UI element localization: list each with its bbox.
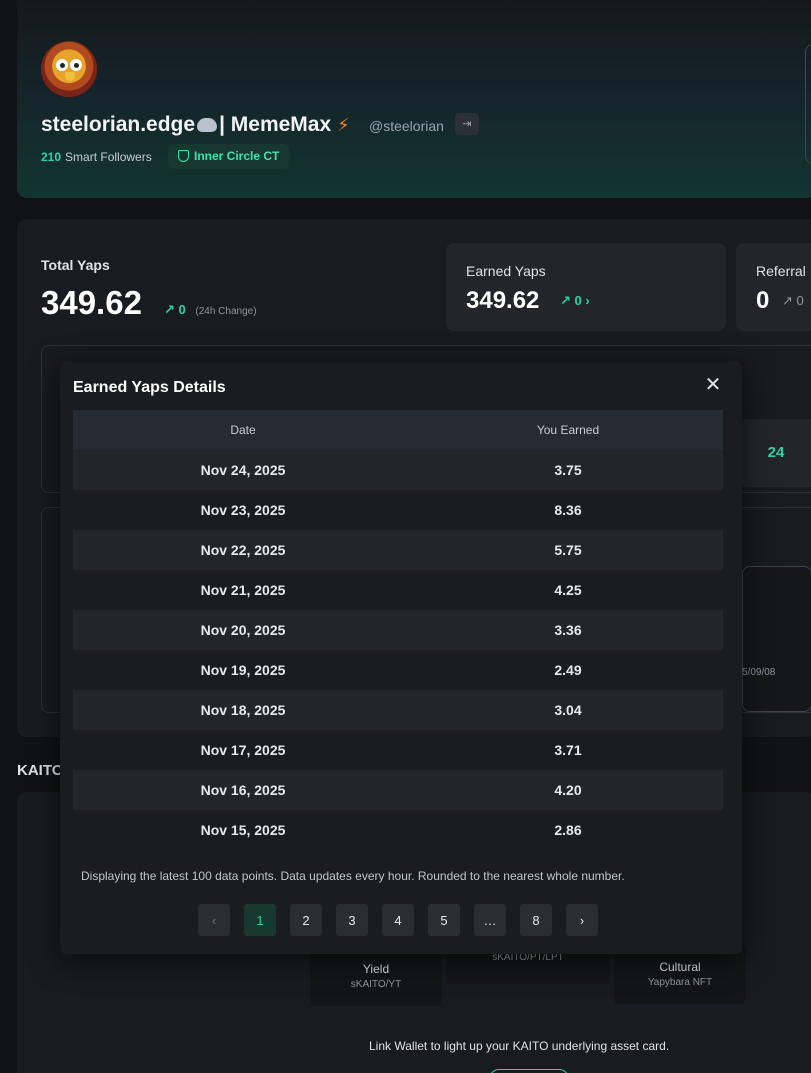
close-icon[interactable]: ✕ — [704, 375, 722, 395]
table-row: Nov 16, 2025 4.20 — [73, 770, 723, 810]
asset-tile-subtitle: Yapybara NFT — [647, 977, 713, 988]
pagination-ellipsis[interactable]: … — [474, 904, 506, 936]
row-earned: 4.25 — [554, 582, 582, 598]
row-earned: 2.86 — [554, 822, 582, 838]
earned-yaps-card[interactable]: Earned Yaps 349.62 ↗ 0 › — [446, 243, 726, 331]
shield-icon — [178, 150, 189, 162]
peek-date: 5/09/08 — [742, 667, 776, 678]
table-row: Nov 23, 2025 8.36 — [73, 490, 723, 530]
row-date: Nov 23, 2025 — [200, 502, 286, 518]
referral-value: 0 — [756, 287, 770, 314]
trend-up-icon: ↗ — [560, 293, 571, 308]
row-date: Nov 24, 2025 — [200, 462, 286, 478]
avatar[interactable] — [41, 41, 97, 97]
badge-label: Inner Circle CT — [194, 149, 280, 163]
table-row: Nov 24, 2025 3.75 — [73, 450, 723, 490]
table-row: Nov 22, 2025 5.75 — [73, 530, 723, 570]
peek-number: 24 — [741, 419, 811, 487]
trend-up-icon: ↗ — [164, 302, 175, 317]
inner-circle-badge[interactable]: Inner Circle CT — [168, 144, 290, 169]
asset-tile-cultural[interactable]: Cultural Yapybara NFT — [614, 946, 746, 1004]
avatar-eye-icon — [70, 59, 82, 71]
seal-icon — [197, 118, 218, 133]
row-earned: 3.36 — [554, 622, 582, 638]
row-date: Nov 15, 2025 — [200, 822, 286, 838]
row-date: Nov 17, 2025 — [200, 742, 286, 758]
row-earned: 3.04 — [554, 702, 582, 718]
pagination-prev-button[interactable]: ‹ — [198, 904, 230, 936]
row-earned: 3.71 — [554, 742, 582, 758]
table-row: Nov 18, 2025 3.04 — [73, 690, 723, 730]
column-header-earned: You Earned — [536, 423, 600, 437]
smart-followers-count: 210 — [41, 150, 62, 164]
link-wallet-button[interactable] — [489, 1069, 569, 1073]
display-name: steelorian.edge | MemeMax ⚡ — [41, 113, 350, 137]
table-row: Nov 15, 2025 2.86 — [73, 810, 723, 850]
referral-change-value: 0 — [796, 293, 804, 308]
earned-yaps-change: ↗ 0 › — [560, 293, 590, 309]
row-earned: 5.75 — [554, 542, 582, 558]
row-date: Nov 16, 2025 — [200, 782, 286, 798]
earned-yaps-label: Earned Yaps — [466, 263, 546, 279]
earned-yaps-value: 349.62 — [466, 287, 540, 314]
user-handle[interactable]: @steelorian — [369, 118, 444, 134]
pagination-page-2[interactable]: 2 — [290, 904, 322, 936]
row-date: Nov 19, 2025 — [200, 662, 286, 678]
trend-up-icon: ↗ — [782, 293, 793, 308]
pagination-page-1[interactable]: 1 — [244, 904, 276, 936]
referral-card[interactable]: Referral 0 ↗ 0 — [736, 243, 811, 331]
avatar-beak-icon — [65, 72, 75, 81]
column-header-date: Date — [230, 423, 256, 437]
pagination-next-button[interactable]: › — [566, 904, 598, 936]
display-name-suffix: | MemeMax — [219, 113, 332, 136]
table-footnote: Displaying the latest 100 data points. D… — [81, 869, 625, 883]
total-change-note: (24h Change) — [195, 306, 257, 317]
asset-tile-yield[interactable]: Yield sKAITO/YT — [310, 948, 442, 1006]
pagination-page-5[interactable]: 5 — [428, 904, 460, 936]
referral-change: ↗ 0 — [782, 293, 804, 309]
smart-followers[interactable]: 210 Smart Followers — [41, 150, 152, 164]
pagination: ‹ 1 2 3 4 5 … 8 › — [198, 904, 598, 936]
row-date: Nov 21, 2025 — [200, 582, 286, 598]
lightning-icon: ⚡ — [337, 115, 350, 135]
pagination-page-4[interactable]: 4 — [382, 904, 414, 936]
earned-yaps-table: Date You Earned Nov 24, 2025 3.75 Nov 23,… — [73, 410, 723, 850]
asset-tile-title: Cultural — [659, 960, 701, 974]
smart-followers-label: Smart Followers — [65, 150, 152, 164]
pagination-page-3[interactable]: 3 — [336, 904, 368, 936]
asset-tile-subtitle: sKAITO/YT — [350, 979, 402, 990]
total-yaps-label: Total Yaps — [41, 257, 110, 273]
row-earned: 2.49 — [554, 662, 582, 678]
side-card — [805, 44, 811, 164]
chevron-right-icon: › — [585, 293, 590, 308]
profile-card — [17, 0, 811, 198]
row-earned: 3.75 — [554, 462, 582, 478]
total-change-value: 0 — [178, 302, 186, 317]
link-wallet-text: Link Wallet to light up your KAITO under… — [369, 1039, 670, 1053]
peek-card[interactable] — [742, 566, 811, 712]
total-yaps-value: 349.62 — [41, 284, 142, 321]
pagination-page-8[interactable]: 8 — [520, 904, 552, 936]
total-yaps-change: ↗ 0 (24h Change) — [164, 302, 257, 318]
avatar-eye-icon — [56, 59, 68, 71]
row-date: Nov 18, 2025 — [200, 702, 286, 718]
table-body: Nov 24, 2025 3.75 Nov 23, 2025 8.36 Nov 22… — [73, 450, 723, 850]
table-row: Nov 17, 2025 3.71 — [73, 730, 723, 770]
kaito-section-label: KAITO — [17, 762, 64, 779]
row-date: Nov 22, 2025 — [200, 542, 286, 558]
table-row: Nov 20, 2025 3.36 — [73, 610, 723, 650]
row-earned: 8.36 — [554, 502, 582, 518]
table-row: Nov 21, 2025 4.25 — [73, 570, 723, 610]
login-icon[interactable]: ⇥ — [455, 113, 479, 135]
modal-title: Earned Yaps Details — [73, 379, 226, 396]
earned-yaps-modal: Earned Yaps Details ✕ Date You Earned No… — [60, 362, 742, 954]
earned-change-value: 0 — [574, 293, 582, 308]
display-name-text: steelorian.edge — [41, 113, 196, 136]
table-row: Nov 19, 2025 2.49 — [73, 650, 723, 690]
row-date: Nov 20, 2025 — [200, 622, 286, 638]
referral-label: Referral — [756, 263, 806, 279]
asset-tile-title: Yield — [362, 962, 390, 976]
row-earned: 4.20 — [554, 782, 582, 798]
table-header: Date You Earned — [73, 410, 723, 450]
